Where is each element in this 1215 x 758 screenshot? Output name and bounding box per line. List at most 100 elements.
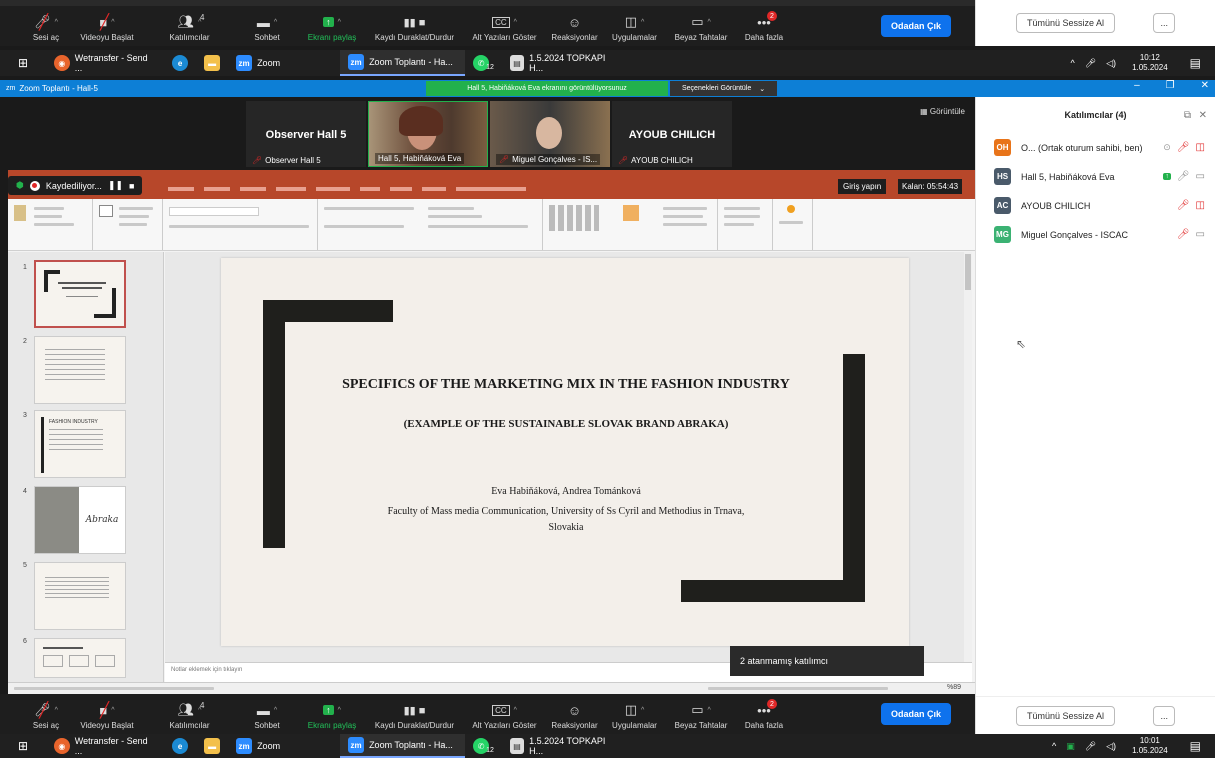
slide-thumbnail-2[interactable]: [34, 336, 126, 404]
mic-icon[interactable]: 🎤︎: [1177, 171, 1190, 182]
mic-muted-icon[interactable]: 🎤︎: [1177, 200, 1190, 211]
video-button[interactable]: ■ ╱ ^ Videoyu Başlat: [72, 694, 142, 734]
taskbar-zoom-meeting[interactable]: zm Zoom Toplantı - Ha...: [340, 50, 466, 76]
recording-indicator[interactable]: ⬢ Kaydediliyor... ❚❚ ■: [8, 176, 143, 195]
view-button[interactable]: ▦ Görüntüle: [920, 107, 965, 116]
reactions-button[interactable]: ☺ Reaksiyonlar: [547, 694, 602, 734]
taskbar-document[interactable]: ▤ 1.5.2024 TOPKAPI H...: [502, 734, 620, 758]
tile-name-label: 🎤︎ Observer Hall 5: [252, 156, 321, 165]
video-off-icon[interactable]: ◫: [1196, 200, 1205, 211]
video-button[interactable]: ■ ╱ ^ Videoyu Başlat: [72, 6, 142, 46]
apps-button[interactable]: ◫ ^ Uygulamalar: [602, 6, 667, 46]
more-options-button[interactable]: ...: [1153, 705, 1175, 726]
video-icon[interactable]: ▭: [1196, 229, 1205, 240]
taskbar-edge[interactable]: e: [164, 50, 196, 76]
ribbon-slides[interactable]: [93, 199, 163, 250]
video-tile-habinakova[interactable]: Hall 5, Habiňáková Eva: [368, 101, 488, 167]
participant-row[interactable]: HS Hall 5, Habiňáková Eva ↑ 🎤︎ ▭: [976, 162, 1215, 191]
minimize-icon[interactable]: –: [1134, 80, 1140, 91]
share-screen-button[interactable]: ↑ ^ Ekranı paylaş: [297, 694, 367, 734]
slide-thumbnail-4[interactable]: Abraka: [34, 486, 126, 554]
participant-row[interactable]: MG Miguel Gonçalves - ISCAC 🎤︎ ▭: [976, 220, 1215, 249]
restore-icon[interactable]: ❐: [1166, 80, 1175, 91]
shield-icon: ⬢: [16, 180, 24, 190]
record-button[interactable]: ▮▮ ■ Kaydı Duraklat/Durdur: [367, 6, 462, 46]
participants-button[interactable]: 👥︎ 4 ^ Katılımcılar: [142, 694, 237, 734]
captions-button[interactable]: CC ^ Alt Yazıları Göster: [462, 694, 547, 734]
taskbar-zoom[interactable]: zm Zoom: [228, 50, 340, 76]
close-icon[interactable]: ✕: [1201, 80, 1209, 91]
taskbar-wetransfer[interactable]: ◉ Wetransfer - Send ...: [46, 734, 164, 758]
slide-thumbnail-1[interactable]: [34, 260, 126, 328]
slide-affiliation: Faculty of Mass media Communication, Uni…: [387, 506, 745, 533]
leave-button[interactable]: Odadan Çık: [880, 15, 951, 37]
taskbar-zoom[interactable]: zm Zoom: [228, 734, 340, 758]
taskbar-document[interactable]: ▤ 1.5.2024 TOPKAPI H...: [502, 50, 620, 76]
ribbon-paragraph[interactable]: [318, 199, 543, 250]
ribbon-editing[interactable]: [718, 199, 773, 250]
video-tile-ayoub[interactable]: AYOUB CHILICH 🎤︎ AYOUB CHILICH: [612, 101, 732, 167]
stop-icon[interactable]: ■: [129, 181, 134, 191]
slide-main[interactable]: SPECIFICS OF THE MARKETING MIX IN THE FA…: [221, 258, 909, 646]
taskbar-explorer[interactable]: ▬: [196, 50, 228, 76]
video-tile-observer[interactable]: Observer Hall 5 🎤︎ Observer Hall 5: [246, 101, 366, 167]
ribbon-designer[interactable]: [773, 199, 813, 250]
more-button[interactable]: ••• 2 Daha fazla: [735, 6, 793, 46]
firefox-icon: ◉: [54, 738, 70, 754]
chevron-up-icon: ^: [1070, 58, 1075, 68]
leave-button[interactable]: Odadan Çık: [880, 703, 951, 725]
captions-button[interactable]: CC ^ Alt Yazıları Göster: [462, 6, 547, 46]
slide-scrollbar[interactable]: [964, 252, 972, 662]
mute-button[interactable]: 🎤︎ ╱ ^ Sesi aç: [20, 694, 72, 734]
notification-button-bottom[interactable]: ▤: [1176, 734, 1215, 758]
slide-thumbnail-6[interactable]: [34, 638, 126, 678]
pause-icon[interactable]: ❚❚: [108, 180, 123, 191]
system-tray-bottom[interactable]: ^ ▣ 🎤︎ ◁): [1044, 734, 1124, 758]
signin-button[interactable]: Giriş yapın: [838, 179, 887, 194]
mic-muted-icon[interactable]: 🎤︎: [1177, 142, 1190, 153]
ribbon-drawing[interactable]: [543, 199, 718, 250]
mute-all-button-top[interactable]: Tümünü Sessize Al: [1016, 13, 1116, 33]
mute-all-button[interactable]: Tümünü Sessize Al: [1016, 705, 1116, 726]
video-icon[interactable]: ▭: [1196, 171, 1205, 182]
notification-button-top[interactable]: ▤: [1176, 50, 1215, 76]
cc-icon: CC: [492, 704, 510, 716]
close-icon[interactable]: ✕: [1199, 110, 1207, 121]
record-button[interactable]: ▮▮ ■ Kaydı Duraklat/Durdur: [367, 694, 462, 734]
share-screen-button[interactable]: ↑ ^ Ekranı paylaş: [297, 6, 367, 46]
reactions-button[interactable]: ☺ Reaksiyonlar: [547, 6, 602, 46]
clock-top[interactable]: 10:12 1.05.2024: [1124, 50, 1176, 76]
start-button[interactable]: ⊞: [0, 734, 46, 758]
taskbar-wetransfer[interactable]: ◉ Wetransfer - Send ...: [46, 50, 164, 76]
participants-button[interactable]: 👥︎ 4 ^ Katılımcılar: [142, 6, 237, 46]
whiteboard-button[interactable]: ▭ ^ Beyaz Tahtalar: [667, 6, 735, 46]
participant-row[interactable]: OH O... (Ortak oturum sahibi, ben) ⊙ 🎤︎ …: [976, 133, 1215, 162]
zoom-level[interactable]: %89: [947, 684, 961, 691]
mic-muted-icon[interactable]: 🎤︎: [1177, 229, 1190, 240]
video-off-icon[interactable]: ◫: [1196, 142, 1205, 153]
whiteboard-button[interactable]: ▭ ^ Beyaz Tahtalar: [667, 694, 735, 734]
apps-button[interactable]: ◫ ^ Uygulamalar: [602, 694, 667, 734]
popout-icon[interactable]: ⧉: [1184, 110, 1191, 121]
more-options-button-top[interactable]: ...: [1153, 13, 1175, 33]
clock-bottom[interactable]: 10:01 1.05.2024: [1124, 734, 1176, 758]
ribbon-font[interactable]: [163, 199, 318, 250]
taskbar-whatsapp[interactable]: ✆ 12: [465, 50, 502, 76]
start-button[interactable]: ⊞: [0, 50, 46, 76]
chat-button[interactable]: ▬ ^ Sohbet: [237, 694, 297, 734]
chat-button[interactable]: ▬ ^ Sohbet: [237, 6, 297, 46]
taskbar-whatsapp[interactable]: ✆ 12: [465, 734, 502, 758]
participant-row[interactable]: AC AYOUB CHILICH 🎤︎ ◫: [976, 191, 1215, 220]
slide-thumbnail-5[interactable]: [34, 562, 126, 630]
view-options-button[interactable]: Seçenekleri Görüntüle ⌄: [670, 81, 778, 96]
taskbar-zoom-meeting[interactable]: zm Zoom Toplantı - Ha...: [340, 734, 466, 758]
taskbar-explorer[interactable]: ▬: [196, 734, 228, 758]
slide-thumbnail-3[interactable]: FASHION INDUSTRY: [34, 410, 126, 478]
mute-button[interactable]: 🎤︎ ╱ ^ Sesi aç: [20, 6, 72, 46]
video-tile-goncalves[interactable]: 🎤︎ Miguel Gonçalves - IS...: [490, 101, 610, 167]
taskbar-edge[interactable]: e: [164, 734, 196, 758]
ribbon-clipboard[interactable]: [8, 199, 93, 250]
more-button[interactable]: ••• 2 Daha fazla: [735, 694, 793, 734]
system-tray-top[interactable]: ^ 🎤︎ ◁): [1062, 50, 1124, 76]
unassigned-participants-popover[interactable]: 2 atanmamış katılımcı: [730, 646, 924, 676]
